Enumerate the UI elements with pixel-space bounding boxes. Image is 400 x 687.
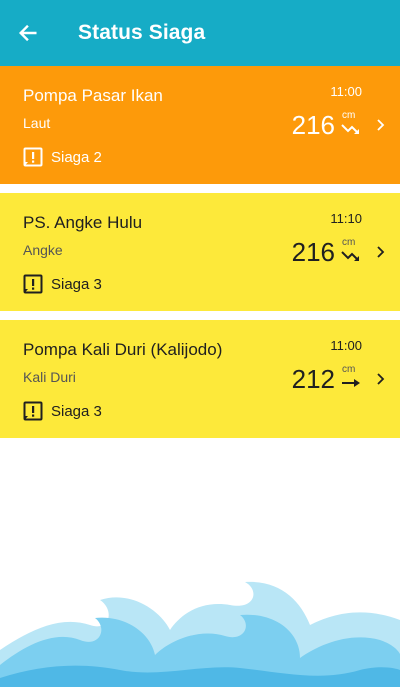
- status-label: Siaga 3: [51, 275, 102, 293]
- water-level-reading: 216 cm: [292, 110, 363, 140]
- status-badge: Siaga 3: [23, 401, 102, 421]
- page-title: Status Siaga: [78, 21, 206, 44]
- river-name: Kali Duri: [23, 369, 76, 385]
- reading-time: 11:10: [330, 211, 362, 226]
- station-name: Pompa Kali Duri (Kalijodo): [23, 340, 223, 359]
- status-label: Siaga 2: [51, 148, 102, 166]
- unit-label: cm: [342, 110, 356, 121]
- reading-time: 11:00: [330, 338, 362, 353]
- station-name: PS. Angke Hulu: [23, 213, 143, 232]
- station-card-angke-hulu[interactable]: PS. Angke Hulu Angke Siaga 3 11:10 216 c…: [0, 193, 400, 311]
- water-level-reading: 212 cm: [292, 364, 363, 394]
- station-card-pasar-ikan[interactable]: Pompa Pasar Ikan Laut Siaga 2 11:00 216 …: [0, 66, 400, 184]
- station-name: Pompa Pasar Ikan: [23, 86, 163, 105]
- warning-icon: [23, 274, 43, 294]
- water-level-value: 216: [291, 110, 335, 140]
- trend-steady-icon: [342, 379, 360, 387]
- river-name: Angke: [23, 242, 63, 258]
- status-badge: Siaga 2: [23, 147, 102, 167]
- water-level-reading: 216 cm: [292, 237, 363, 267]
- unit-label: cm: [342, 237, 356, 248]
- chevron-right-icon: [377, 373, 385, 385]
- status-badge: Siaga 3: [23, 274, 102, 294]
- app-bar: Status Siaga: [0, 0, 400, 66]
- arrow-left-icon: [18, 24, 37, 42]
- back-button[interactable]: [0, 0, 64, 66]
- river-name: Laut: [23, 115, 51, 131]
- station-list: Pompa Pasar Ikan Laut Siaga 2 11:00 216 …: [0, 66, 400, 447]
- warning-icon: [23, 401, 43, 421]
- station-card-kali-duri[interactable]: Pompa Kali Duri (Kalijodo) Kali Duri Sia…: [0, 320, 400, 438]
- reading-time: 11:00: [330, 84, 362, 99]
- chevron-right-icon: [377, 246, 385, 258]
- warning-icon: [23, 147, 43, 167]
- water-level-value: 212: [291, 364, 335, 394]
- trend-falling-icon: [341, 124, 359, 134]
- trend-falling-icon: [341, 251, 359, 261]
- chevron-right-icon: [377, 119, 385, 131]
- water-level-value: 216: [291, 237, 335, 267]
- wave-decoration: [0, 581, 400, 687]
- status-label: Siaga 3: [51, 402, 102, 420]
- unit-label: cm: [342, 364, 356, 375]
